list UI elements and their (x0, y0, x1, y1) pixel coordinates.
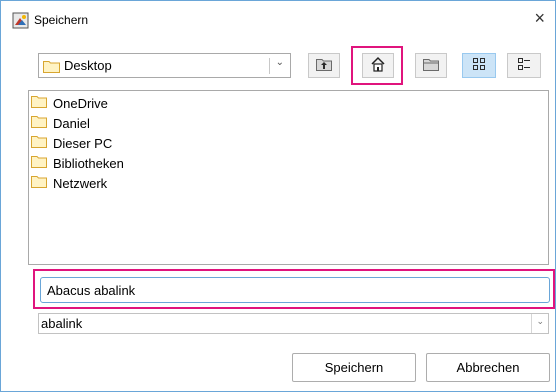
filename-input[interactable]: Abacus abalink (40, 277, 550, 303)
save-dialog: Speichern × Desktop ⌄ OneDrive Daniel Di… (0, 0, 556, 392)
up-one-level-button[interactable] (308, 53, 340, 78)
list-item-label: Daniel (53, 115, 90, 131)
title-bar: Speichern × (1, 1, 555, 39)
list-item[interactable]: Netzwerk (31, 173, 107, 193)
list-view-button[interactable] (462, 53, 496, 78)
close-icon[interactable]: × (534, 9, 545, 27)
folder-icon (43, 60, 60, 76)
new-folder-button[interactable] (415, 53, 447, 78)
cancel-button[interactable]: Abbrechen (426, 353, 550, 382)
new-folder-icon (423, 57, 439, 74)
filetype-dropdown[interactable]: abalink ⌄ (38, 313, 549, 334)
list-item[interactable]: Daniel (31, 113, 90, 133)
list-view-icon (472, 57, 486, 74)
window-title: Speichern (34, 13, 89, 27)
chevron-down-icon[interactable]: ⌄ (276, 57, 284, 68)
location-label: Desktop (64, 58, 112, 73)
app-icon (12, 12, 29, 29)
list-item[interactable]: Dieser PC (31, 133, 112, 153)
list-item[interactable]: Bibliotheken (31, 153, 124, 173)
filetype-value: abalink (41, 316, 83, 331)
folder-icon (31, 175, 47, 191)
save-button[interactable]: Speichern (292, 353, 416, 382)
details-view-button[interactable] (507, 53, 541, 78)
folder-icon (31, 155, 47, 171)
location-dropdown[interactable]: Desktop ⌄ (38, 53, 291, 78)
list-item-label: Bibliotheken (53, 155, 124, 171)
file-list[interactable]: OneDrive Daniel Dieser PC Bibliotheken N… (28, 90, 549, 265)
filename-value: Abacus abalink (47, 283, 136, 298)
folder-icon (31, 95, 47, 111)
list-item-label: OneDrive (53, 95, 108, 111)
up-folder-icon (316, 57, 332, 74)
folder-icon (31, 115, 47, 131)
dropdown-divider (531, 314, 532, 333)
dropdown-divider (269, 58, 270, 74)
chevron-down-icon[interactable]: ⌄ (536, 316, 544, 327)
home-button-highlight (351, 46, 403, 85)
folder-icon (31, 135, 47, 151)
list-item-label: Netzwerk (53, 175, 108, 191)
list-item[interactable]: OneDrive (31, 93, 108, 113)
list-item-label: Dieser PC (53, 135, 113, 151)
details-view-icon (517, 57, 531, 74)
